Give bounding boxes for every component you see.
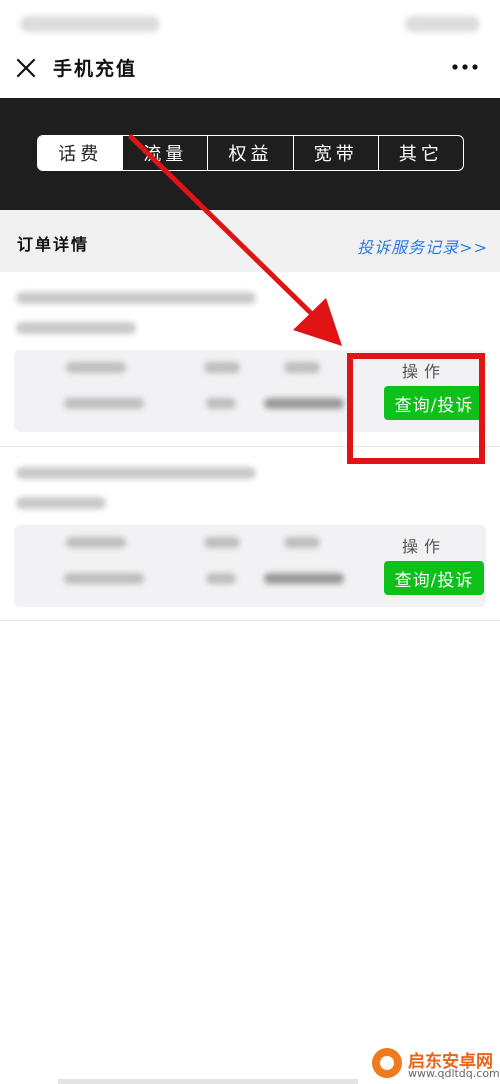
operation-label: 操作 [402,537,447,556]
col-header-blur [66,537,126,548]
watermark: 启东安卓网 www.qdltdq.com [370,1042,500,1082]
col-value-blur [64,398,144,409]
col-header-blur [66,362,126,373]
order-number-blur [16,467,256,479]
bottom-gesture-bar [58,1079,358,1084]
order-number-blur [16,292,256,304]
col-value-blur [264,573,344,584]
tab-phone-bill[interactable]: 话费 [38,136,123,170]
col-value-blur [264,398,344,409]
tab-broadband[interactable]: 宽带 [292,136,378,170]
status-time-blur [20,16,160,32]
col-header-blur [204,362,240,373]
col-header-blur [204,537,240,548]
category-tabs: 话费 流量 权益 宽带 其它 [37,135,464,171]
title-bar: 手机充值 [0,46,500,98]
order-section-header: 订单详情 投诉服务记录>> [0,210,500,272]
tab-benefits[interactable]: 权益 [207,136,292,170]
tab-data[interactable]: 流量 [122,136,207,170]
status-icons-blur [405,16,480,32]
order-info-box: 操作 查询/投诉 [14,525,486,607]
section-title: 订单详情 [17,235,90,254]
col-value-blur [206,398,236,409]
order-item: 操作 查询/投诉 [0,447,500,621]
col-value-blur [206,573,236,584]
close-icon[interactable] [14,56,38,80]
watermark-url: www.qdltdq.com [408,1067,500,1080]
page-title: 手机充值 [53,58,138,80]
status-bar [0,0,500,46]
highlight-annotation-box [347,353,485,464]
col-value-blur [64,573,144,584]
tab-other[interactable]: 其它 [377,136,463,170]
watermark-logo-icon [372,1048,402,1078]
order-time-blur [16,322,136,334]
tab-band: 话费 流量 权益 宽带 其它 [0,98,500,210]
more-icon[interactable] [452,64,478,70]
order-time-blur [16,497,106,509]
col-header-blur [284,362,320,373]
query-complaint-button[interactable]: 查询/投诉 [384,561,484,595]
col-header-blur [284,537,320,548]
complaint-record-link[interactable]: 投诉服务记录>> [357,234,488,258]
